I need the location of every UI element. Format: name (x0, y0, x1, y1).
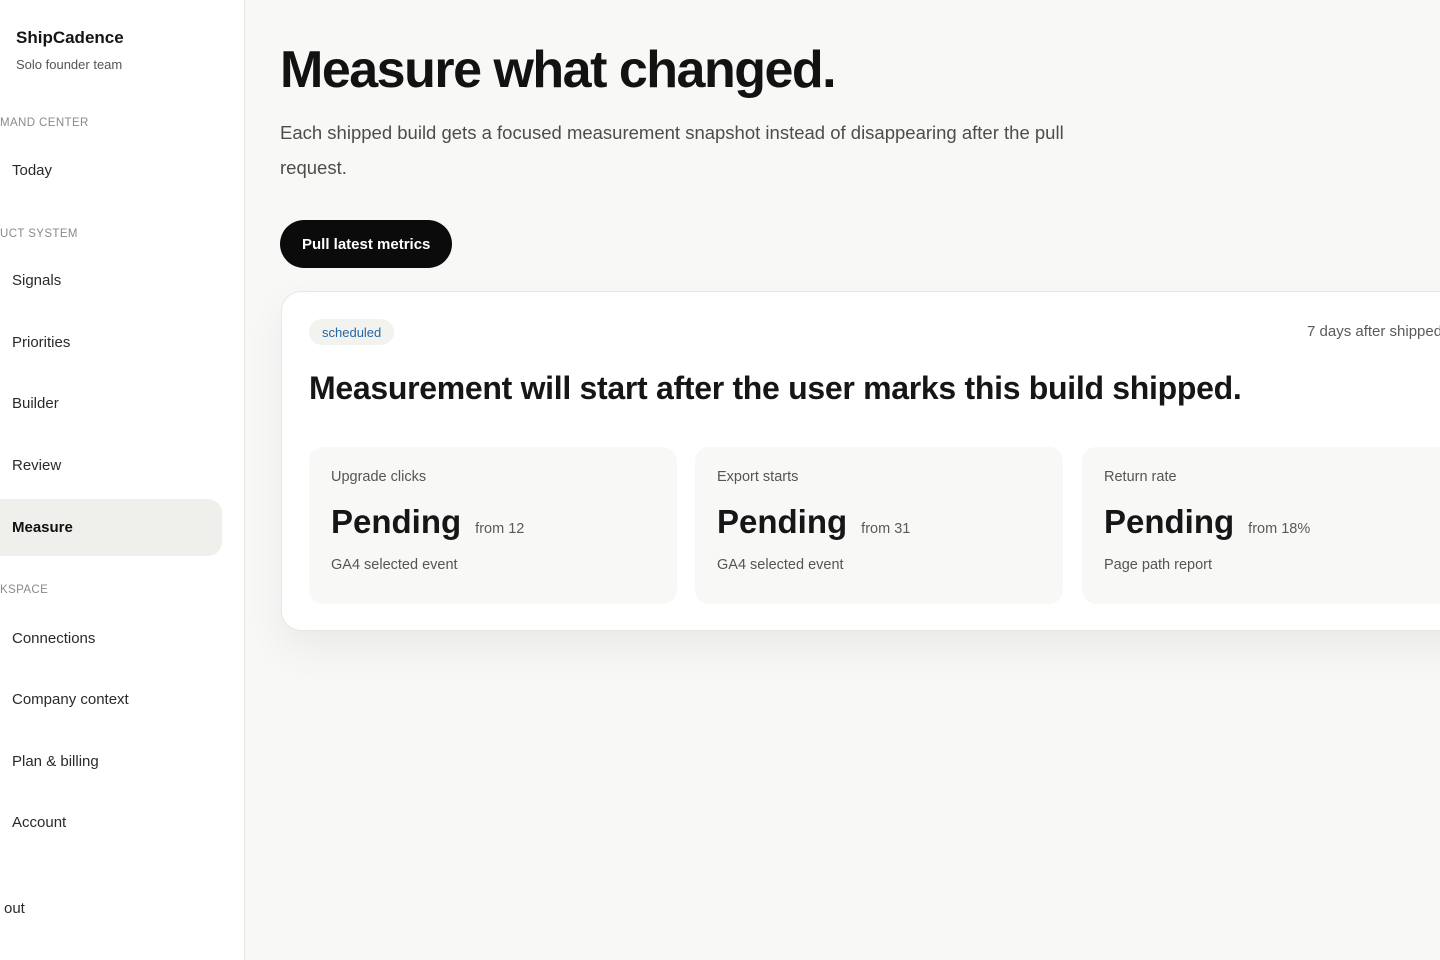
measurement-window: 7 days after shipped (1307, 323, 1440, 340)
team-name: Solo founder team (16, 57, 123, 72)
metric-source: GA4 selected event (717, 557, 844, 573)
sidebar-item-company-context[interactable]: Company context (0, 671, 222, 728)
metric-value-row: Pending from 31 (717, 503, 1041, 541)
metric-value-row: Pending from 18% (1104, 503, 1428, 541)
sidebar: ShipCadence Solo founder team MAND CENTE… (0, 0, 245, 960)
brand: ShipCadence Solo founder team (16, 28, 124, 72)
metric-baseline: from 31 (861, 521, 911, 537)
sidebar-item-review[interactable]: Review (0, 437, 222, 494)
metric-card-return-rate: Return rate Pending from 18% Page path r… (1082, 447, 1440, 604)
metric-card-export-starts: Export starts Pending from 31 GA4 select… (695, 447, 1063, 604)
metric-label: Upgrade clicks (331, 469, 427, 485)
metric-label: Export starts (717, 469, 799, 485)
sidebar-item-today[interactable]: Today (0, 142, 222, 199)
sidebar-item-connections[interactable]: Connections (0, 610, 222, 667)
metric-value-row: Pending from 12 (331, 503, 655, 541)
status-badge: scheduled (309, 319, 395, 345)
section-command-center: MAND CENTER (0, 117, 89, 129)
measurement-card: scheduled 7 days after shipped Measureme… (281, 291, 1440, 631)
metric-source: GA4 selected event (331, 557, 458, 573)
sidebar-item-plan-billing[interactable]: Plan & billing (0, 733, 222, 790)
sidebar-item-priorities[interactable]: Priorities (0, 314, 222, 371)
metric-label: Return rate (1104, 469, 1177, 485)
metric-source: Page path report (1104, 557, 1213, 573)
app-root: ShipCadence Solo founder team MAND CENTE… (0, 0, 1440, 960)
sidebar-item-account[interactable]: Account (0, 794, 222, 851)
page-description: Each shipped build gets a focused measur… (280, 122, 1064, 178)
metric-baseline: from 12 (475, 521, 525, 537)
metric-value: Pending (1104, 503, 1235, 540)
sidebar-item-measure[interactable]: Measure (0, 499, 222, 556)
sidebar-item-builder[interactable]: Builder (0, 375, 222, 432)
metric-value: Pending (717, 503, 848, 540)
sign-out-link[interactable]: out (4, 900, 25, 917)
metric-card-upgrade-clicks: Upgrade clicks Pending from 12 GA4 selec… (309, 447, 677, 604)
card-title: Measurement will start after the user ma… (309, 370, 1242, 406)
sidebar-item-signals[interactable]: Signals (0, 252, 222, 309)
brand-name: ShipCadence (16, 28, 124, 47)
pull-latest-metrics-button[interactable]: Pull latest metrics (280, 220, 453, 268)
metric-baseline: from 18% (1248, 521, 1311, 537)
page-title: Measure what changed. (280, 41, 837, 99)
section-product-system: UCT SYSTEM (0, 228, 78, 240)
section-workspace: KSPACE (0, 584, 49, 596)
metric-value: Pending (331, 503, 462, 540)
